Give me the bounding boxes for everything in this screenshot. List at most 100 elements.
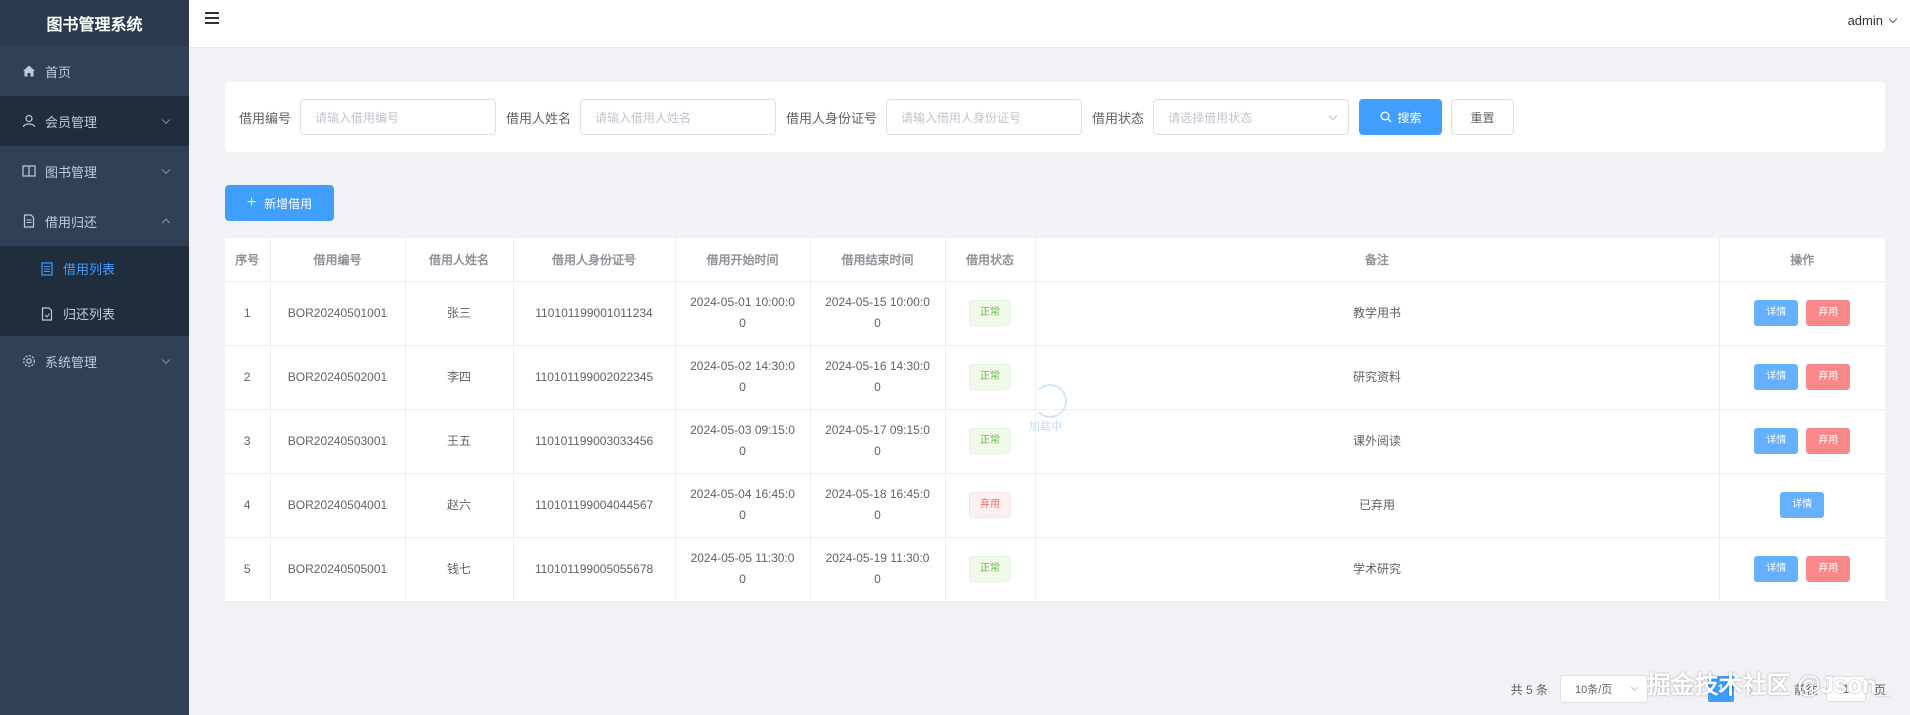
search-form: 借用编号 请输入借用编号 借用人姓名 请输入借用人姓名 借用人身份证号 请输入借… bbox=[225, 82, 1885, 152]
cell-index: 3 bbox=[225, 409, 271, 474]
main-content: 借用编号 请输入借用编号 借用人姓名 请输入借用人姓名 借用人身份证号 请输入借… bbox=[189, 48, 1910, 715]
user-dropdown[interactable]: admin bbox=[1848, 13, 1898, 28]
detail-button[interactable]: 详情 bbox=[1780, 492, 1825, 518]
discard-button[interactable]: 弃用 bbox=[1806, 556, 1851, 582]
cell-actions: 详情 弃用 bbox=[1719, 281, 1885, 346]
start-time-line: 0 bbox=[739, 572, 746, 586]
end-time-line: 0 bbox=[874, 572, 881, 586]
start-time-line: 2024-05-05 11:30:0 bbox=[690, 551, 795, 565]
cell-borrow-no: BOR20240501001 bbox=[270, 281, 406, 346]
cell-start-time: 2024-05-03 09:15:0 0 bbox=[675, 409, 811, 474]
watermark: 掘金技术社区 @Json_ bbox=[1646, 672, 1890, 699]
sidebar-item-label: 归还列表 bbox=[63, 307, 116, 322]
borrower-name-input[interactable]: 请输入借用人姓名 bbox=[580, 99, 777, 135]
loading-spinner-icon bbox=[1033, 384, 1067, 418]
status-badge: 正常 bbox=[969, 428, 1011, 454]
chevron-down-icon bbox=[161, 355, 171, 365]
column-header: 序号 bbox=[225, 238, 271, 282]
add-borrow-button[interactable]: + 新增借用 bbox=[225, 185, 334, 221]
start-time-line: 2024-05-03 09:15:0 bbox=[690, 423, 795, 437]
cell-id-card: 110101199001011234 bbox=[513, 281, 676, 346]
borrow-no-placeholder: 请输入借用编号 bbox=[315, 110, 400, 125]
sidebar-item-label: 借用归还 bbox=[45, 214, 98, 230]
status-badge: 正常 bbox=[969, 556, 1011, 582]
detail-button[interactable]: 详情 bbox=[1754, 300, 1799, 326]
cell-index: 5 bbox=[225, 537, 271, 602]
cell-remark: 研究资料 bbox=[1035, 345, 1720, 410]
end-time-line: 2024-05-18 16:45:0 bbox=[825, 487, 930, 501]
sidebar-item-books[interactable]: 图书管理 bbox=[0, 146, 189, 196]
sidebar-item-label: 系统管理 bbox=[45, 354, 98, 370]
id-card-input[interactable]: 请输入借用人身份证号 bbox=[886, 99, 1083, 135]
end-time-line: 2024-05-17 09:15:0 bbox=[825, 423, 930, 437]
end-time-line: 0 bbox=[874, 444, 881, 458]
start-time-line: 0 bbox=[739, 380, 746, 394]
start-time-line: 0 bbox=[739, 316, 746, 330]
table-row: 5 BOR20240505001 钱七 110101199005055678 2024-… bbox=[225, 537, 1885, 602]
chevron-down-icon bbox=[161, 115, 171, 125]
borrow-no-label: 借用编号 bbox=[239, 110, 292, 126]
cell-remark: 课外阅读 bbox=[1035, 409, 1720, 474]
cell-start-time: 2024-05-04 16:45:0 0 bbox=[675, 473, 811, 538]
end-time-line: 2024-05-16 14:30:0 bbox=[825, 359, 930, 373]
chevron-down-icon bbox=[1328, 111, 1338, 121]
home-icon bbox=[22, 64, 36, 78]
id-card-placeholder: 请输入借用人身份证号 bbox=[901, 110, 1022, 125]
document-icon bbox=[22, 214, 36, 228]
reset-button-label: 重置 bbox=[1470, 110, 1495, 125]
discard-button[interactable]: 弃用 bbox=[1806, 428, 1851, 454]
detail-button[interactable]: 详情 bbox=[1754, 364, 1799, 390]
column-header: 操作 bbox=[1719, 238, 1885, 282]
cell-actions: 详情 弃用 bbox=[1719, 345, 1885, 410]
cell-end-time: 2024-05-15 10:00:0 0 bbox=[810, 281, 946, 346]
id-card-label: 借用人身份证号 bbox=[786, 110, 878, 126]
cell-id-card: 110101199004044567 bbox=[513, 473, 676, 538]
chevron-down-icon bbox=[161, 165, 171, 175]
sidebar-item-label: 首页 bbox=[45, 64, 72, 80]
cell-borrow-no: BOR20240503001 bbox=[270, 409, 406, 474]
plus-icon: + bbox=[246, 194, 257, 211]
sidebar-item-borrow-return[interactable]: 借用归还 bbox=[0, 196, 189, 246]
chevron-up-icon bbox=[161, 218, 171, 228]
cell-actions: 详情 弃用 bbox=[1719, 409, 1885, 474]
hamburger-icon[interactable] bbox=[205, 12, 219, 24]
search-icon bbox=[1380, 111, 1392, 123]
discard-button[interactable]: 弃用 bbox=[1806, 300, 1851, 326]
cell-index: 2 bbox=[225, 345, 271, 410]
end-time-line: 2024-05-19 11:30:0 bbox=[825, 551, 930, 565]
column-header: 借用结束时间 bbox=[810, 238, 946, 282]
search-button[interactable]: 搜索 bbox=[1359, 99, 1443, 135]
sidebar-item-home[interactable]: 首页 bbox=[0, 46, 189, 96]
status-select[interactable]: 请选择借用状态 bbox=[1153, 99, 1350, 135]
borrow-submenu: 借用列表 归还列表 bbox=[0, 246, 189, 336]
page-size-value: 10条/页 bbox=[1574, 684, 1613, 696]
cell-end-time: 2024-05-17 09:15:0 0 bbox=[810, 409, 946, 474]
reset-button[interactable]: 重置 bbox=[1451, 99, 1515, 135]
column-header: 备注 bbox=[1035, 238, 1720, 282]
pagination-total: 共 5 条 bbox=[1510, 682, 1548, 697]
cell-name: 张三 bbox=[405, 281, 514, 346]
sidebar-item-borrow-list[interactable]: 借用列表 bbox=[0, 246, 189, 291]
sidebar-item-return-list[interactable]: 归还列表 bbox=[0, 291, 189, 336]
borrow-no-input[interactable]: 请输入借用编号 bbox=[300, 99, 497, 135]
chevron-down-icon bbox=[1630, 683, 1639, 692]
sidebar-item-label: 图书管理 bbox=[45, 164, 98, 180]
start-time-line: 0 bbox=[739, 508, 746, 522]
detail-button[interactable]: 详情 bbox=[1754, 556, 1799, 582]
sidebar-item-system[interactable]: 系统管理 bbox=[0, 336, 189, 386]
page-size-select[interactable]: 10条/页 bbox=[1559, 675, 1648, 703]
sidebar-item-members[interactable]: 会员管理 bbox=[0, 96, 189, 146]
detail-button[interactable]: 详情 bbox=[1754, 428, 1799, 454]
borrower-name-label: 借用人姓名 bbox=[506, 110, 572, 126]
status-label: 借用状态 bbox=[1092, 110, 1145, 126]
start-time-line: 2024-05-01 10:00:0 bbox=[690, 295, 795, 309]
cell-end-time: 2024-05-18 16:45:0 0 bbox=[810, 473, 946, 538]
cell-index: 4 bbox=[225, 473, 271, 538]
cell-status: 正常 bbox=[945, 537, 1036, 602]
end-time-line: 0 bbox=[874, 380, 881, 394]
end-time-line: 0 bbox=[874, 316, 881, 330]
end-time-line: 0 bbox=[874, 508, 881, 522]
discard-button[interactable]: 弃用 bbox=[1806, 364, 1851, 390]
start-time-line: 2024-05-04 16:45:0 bbox=[690, 487, 795, 501]
status-badge: 弃用 bbox=[969, 492, 1011, 518]
